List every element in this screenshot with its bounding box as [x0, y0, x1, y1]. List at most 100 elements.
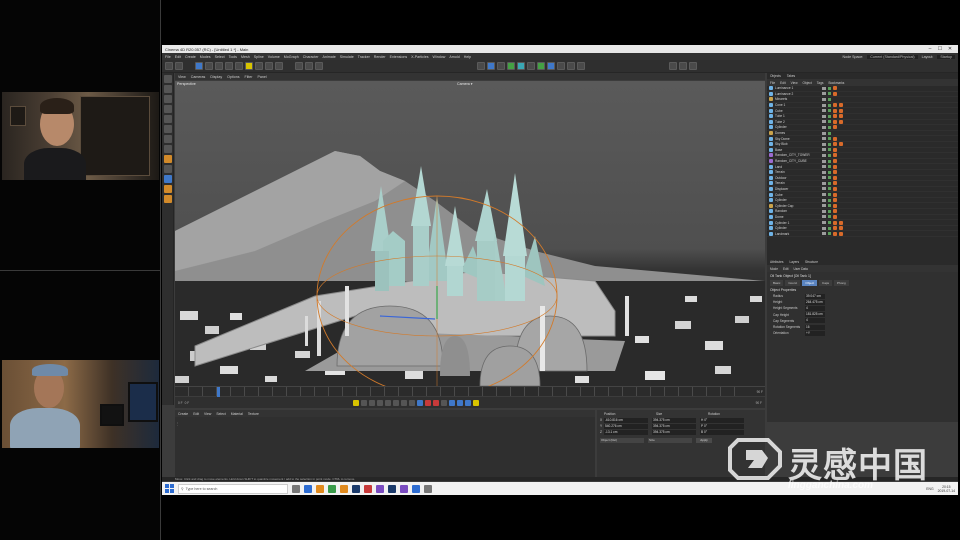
polygons-mode-icon[interactable]: [163, 135, 172, 143]
phong-tag-icon[interactable]: [833, 164, 837, 169]
mail-icon[interactable]: [412, 484, 420, 493]
phong-tag-icon[interactable]: [833, 86, 837, 91]
grid-icon[interactable]: [567, 62, 575, 70]
menu-mesh[interactable]: Mesh: [241, 55, 250, 59]
enable-check-icon[interactable]: [828, 165, 831, 169]
mm-menu-texture[interactable]: Texture: [248, 412, 259, 416]
recent-tools-icon[interactable]: [235, 62, 243, 70]
visibility-toggle-icon[interactable]: [822, 148, 826, 152]
om-menu-file[interactable]: File: [770, 81, 775, 85]
enable-check-icon[interactable]: [828, 109, 831, 113]
tweak-icon[interactable]: [163, 155, 172, 163]
visibility-toggle-icon[interactable]: [822, 137, 826, 141]
enable-check-icon[interactable]: [828, 204, 831, 208]
frame-current-field[interactable]: 0 F: [185, 401, 190, 405]
point-level-icon[interactable]: [473, 399, 480, 406]
enable-check-icon[interactable]: [828, 209, 831, 213]
mm-menu-select[interactable]: Select: [216, 412, 225, 416]
axis-x-icon[interactable]: [245, 62, 253, 70]
enable-check-icon[interactable]: [828, 221, 831, 225]
premiere-icon[interactable]: [376, 484, 384, 493]
workplane-icon[interactable]: [163, 105, 172, 113]
phong-tag-icon[interactable]: [833, 181, 837, 186]
menu-tracker[interactable]: Tracker: [358, 55, 370, 59]
enable-check-icon[interactable]: [828, 198, 831, 202]
enable-check-icon[interactable]: [828, 125, 831, 129]
om-menu-bookmarks[interactable]: Bookmarks: [828, 81, 844, 85]
om-menu-edit[interactable]: Edit: [780, 81, 786, 85]
move-icon[interactable]: [205, 62, 213, 70]
position-key-icon[interactable]: [449, 399, 456, 406]
edges-mode-icon[interactable]: [163, 125, 172, 133]
viewport-menu-view[interactable]: View: [178, 75, 186, 79]
visibility-toggle-icon[interactable]: [822, 198, 826, 202]
enable-check-icon[interactable]: [828, 187, 831, 191]
floor-icon[interactable]: [537, 62, 545, 70]
deformer-icon[interactable]: [527, 62, 535, 70]
coordinate-rot-field[interactable]: P 0°: [700, 423, 744, 429]
phong-tag-icon[interactable]: [833, 119, 837, 124]
viewport-menu-display[interactable]: Display: [210, 75, 222, 79]
menu-xparticles[interactable]: X-Particles: [411, 55, 428, 59]
om-menu-tags[interactable]: Tags: [817, 81, 824, 85]
visibility-toggle-icon[interactable]: [822, 226, 826, 230]
make-editable-icon[interactable]: [163, 75, 172, 83]
menu-select[interactable]: Select: [215, 55, 225, 59]
om-menu-object[interactable]: Object: [803, 81, 812, 85]
mm-menu-edit[interactable]: Edit: [193, 412, 199, 416]
mm-menu-create[interactable]: Create: [178, 412, 188, 416]
menu-simulate[interactable]: Simulate: [340, 55, 354, 59]
phong-tag-icon[interactable]: [833, 91, 837, 96]
enable-check-icon[interactable]: [828, 142, 831, 146]
menu-arnold[interactable]: Arnold: [449, 55, 459, 59]
taskbar-search-input[interactable]: ⚲ Type here to search: [178, 483, 288, 494]
visibility-toggle-icon[interactable]: [822, 159, 826, 163]
enable-check-icon[interactable]: [828, 92, 831, 96]
phong-tag-icon[interactable]: [839, 103, 843, 108]
go-to-start-icon[interactable]: [361, 399, 368, 406]
task-view-icon[interactable]: [292, 484, 300, 493]
store-icon[interactable]: [328, 484, 336, 493]
chrome-icon[interactable]: [340, 484, 348, 493]
visibility-toggle-icon[interactable]: [822, 232, 826, 236]
phong-tag-icon[interactable]: [833, 142, 837, 147]
phong-tag-icon[interactable]: [833, 214, 837, 219]
menu-animate[interactable]: Animate: [323, 55, 336, 59]
enable-check-icon[interactable]: [828, 159, 831, 163]
subtab-phong[interactable]: Phong: [834, 280, 849, 286]
tab-structure[interactable]: Structure: [805, 260, 818, 264]
redo-icon[interactable]: [175, 62, 183, 70]
visibility-toggle-icon[interactable]: [822, 131, 826, 135]
attribute-value-field[interactable]: 264.475 cm: [805, 299, 825, 305]
file-explorer-icon[interactable]: [316, 484, 324, 493]
phong-tag-icon[interactable]: [839, 142, 843, 147]
cube-primitive-icon[interactable]: [477, 62, 485, 70]
visibility-toggle-icon[interactable]: [822, 142, 826, 146]
visibility-toggle-icon[interactable]: [822, 120, 826, 124]
menu-volume[interactable]: Volume: [268, 55, 280, 59]
visibility-toggle-icon[interactable]: [822, 109, 826, 113]
viewport-menu-filter[interactable]: Filter: [245, 75, 253, 79]
rotate-icon[interactable]: [225, 62, 233, 70]
loop-icon[interactable]: [417, 399, 424, 406]
maximize-button[interactable]: ☐: [935, 46, 945, 52]
phong-tag-icon[interactable]: [833, 147, 837, 152]
planar-workplane-icon[interactable]: [163, 195, 172, 203]
enable-check-icon[interactable]: [828, 148, 831, 152]
phong-tag-icon[interactable]: [833, 186, 837, 191]
enable-check-icon[interactable]: [828, 176, 831, 180]
apply-button[interactable]: Apply: [696, 437, 712, 443]
visibility-toggle-icon[interactable]: [822, 165, 826, 169]
viewport-camera-select[interactable]: Camera ▾: [457, 82, 473, 86]
frame-start-field[interactable]: 0 F: [178, 401, 183, 405]
layout-switch-3-icon[interactable]: [689, 62, 697, 70]
phong-tag-icon[interactable]: [839, 108, 843, 113]
coordinate-pos-field[interactable]: -610.816 cm: [604, 417, 648, 423]
coordinate-pos-field[interactable]: 540.276 cm: [604, 423, 648, 429]
phong-tag-icon[interactable]: [839, 231, 843, 236]
locked-workplane-icon[interactable]: [163, 185, 172, 193]
snap-icon[interactable]: [577, 62, 585, 70]
phong-tag-icon[interactable]: [839, 226, 843, 231]
phong-tag-icon[interactable]: [833, 108, 837, 113]
size-mode-select[interactable]: Size: [648, 437, 692, 443]
